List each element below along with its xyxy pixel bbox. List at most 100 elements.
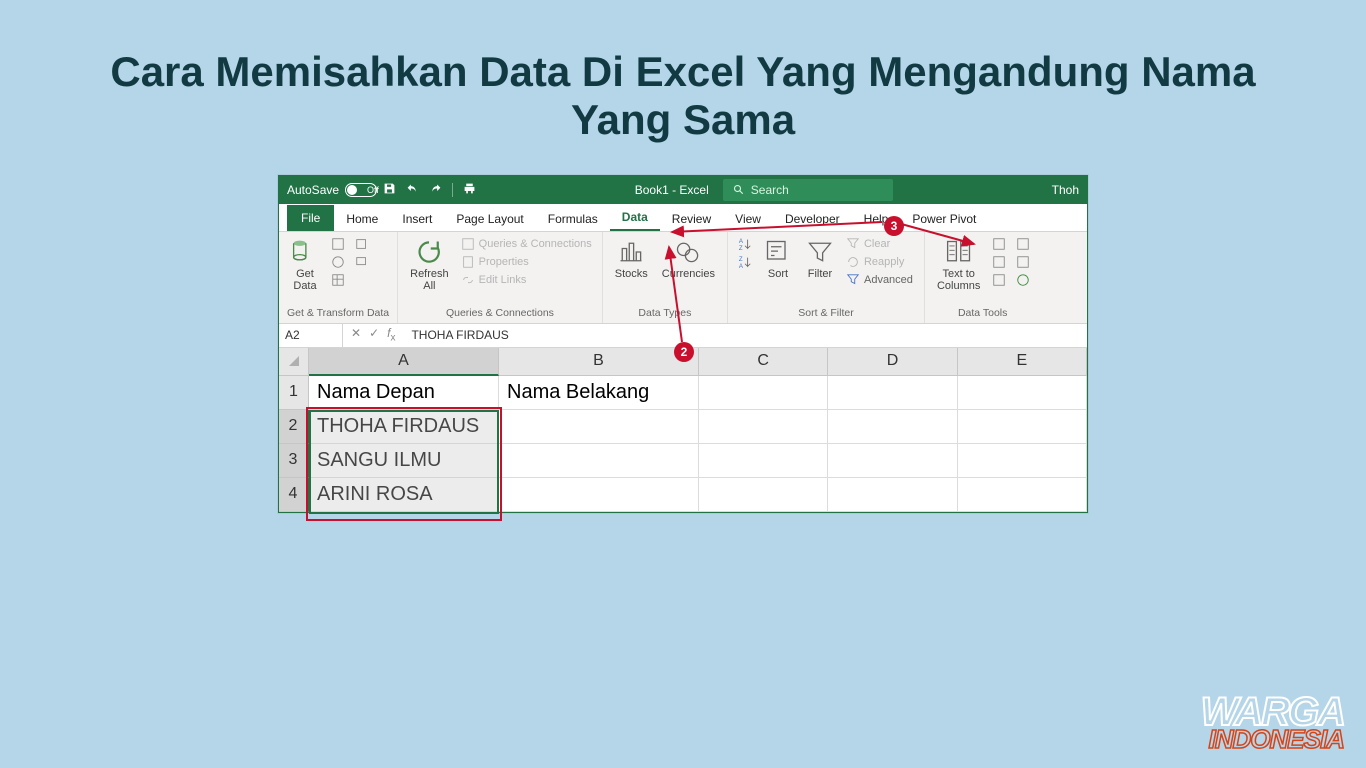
toggle-state: Off xyxy=(367,185,379,195)
titlebar: AutoSave Off Book1 - Excel Search Thoh xyxy=(279,176,1087,204)
tab-insert[interactable]: Insert xyxy=(390,206,444,231)
cell-b4[interactable] xyxy=(499,478,699,512)
sort-za-icon[interactable]: ZA xyxy=(736,254,754,270)
from-web-icon[interactable] xyxy=(329,254,347,270)
cell-a1[interactable]: Nama Depan xyxy=(309,376,499,410)
cell-a2[interactable]: THOHA FIRDAUS xyxy=(309,410,499,444)
quick-access-toolbar xyxy=(383,182,476,198)
cell-c1[interactable] xyxy=(699,376,828,410)
cell-c4[interactable] xyxy=(699,478,828,512)
cell-c3[interactable] xyxy=(699,444,828,478)
cell-b2[interactable] xyxy=(499,410,699,444)
tab-page-layout[interactable]: Page Layout xyxy=(444,206,535,231)
separator xyxy=(452,183,453,197)
cell-b3[interactable] xyxy=(499,444,699,478)
search-box[interactable]: Search xyxy=(723,179,893,201)
properties[interactable]: Properties xyxy=(459,254,594,270)
row-2-header[interactable]: 2 xyxy=(279,410,309,444)
watermark-line2: INDONESIA xyxy=(1201,729,1344,750)
cell-a3[interactable]: SANGU ILMU xyxy=(309,444,499,478)
row-4: 4 ARINI ROSA xyxy=(279,478,1087,512)
group-label-datatools: Data Tools xyxy=(933,305,1032,321)
datamodel-icon[interactable] xyxy=(1014,272,1032,288)
group-label-queries: Queries & Connections xyxy=(406,305,594,321)
col-a-header[interactable]: A xyxy=(309,348,499,376)
cell-d3[interactable] xyxy=(828,444,957,478)
select-all-corner[interactable] xyxy=(279,348,309,376)
name-box[interactable]: A2 xyxy=(279,324,343,347)
from-table-icon[interactable] xyxy=(329,272,347,288)
autosave-label: AutoSave xyxy=(287,183,339,197)
col-e-header[interactable]: E xyxy=(958,348,1087,376)
save-icon[interactable] xyxy=(383,182,396,198)
cell-e3[interactable] xyxy=(958,444,1087,478)
callout-3-arrow xyxy=(654,214,984,254)
redo-icon[interactable] xyxy=(429,182,442,198)
existing-icon[interactable] xyxy=(353,254,371,270)
cell-a4[interactable]: ARINI ROSA xyxy=(309,478,499,512)
remove-dup-icon[interactable] xyxy=(990,254,1008,270)
flash-fill-icon[interactable] xyxy=(990,236,1008,252)
col-c-header[interactable]: C xyxy=(699,348,828,376)
refresh-icon xyxy=(415,238,443,266)
sort-label: Sort xyxy=(768,268,788,280)
tab-data[interactable]: Data xyxy=(610,204,660,231)
autosave-toggle[interactable]: AutoSave Off xyxy=(287,183,371,197)
relations-icon[interactable] xyxy=(1014,254,1032,270)
user-name: Thoh xyxy=(1052,183,1079,197)
cell-c2[interactable] xyxy=(699,410,828,444)
t2c-label: Text to Columns xyxy=(937,268,980,292)
stocks-button[interactable]: Stocks xyxy=(611,236,652,282)
formula-input[interactable]: THOHA FIRDAUS xyxy=(403,328,516,342)
cell-e4[interactable] xyxy=(958,478,1087,512)
recent-icon[interactable] xyxy=(353,236,371,252)
queries-connections[interactable]: Queries & Connections xyxy=(459,236,594,252)
corner-triangle-icon xyxy=(289,356,299,366)
advanced-filter[interactable]: Advanced xyxy=(844,272,916,288)
reapply-filter[interactable]: Reapply xyxy=(844,254,916,270)
cell-d1[interactable] xyxy=(828,376,957,410)
callout-2-badge: 2 xyxy=(674,342,694,362)
group-get-transform: Get Data Get & Transform Data xyxy=(279,232,398,323)
data-valid-icon[interactable] xyxy=(990,272,1008,288)
edit-links[interactable]: Edit Links xyxy=(459,272,594,288)
toggle-knob xyxy=(347,185,357,195)
tab-file[interactable]: File xyxy=(287,205,334,231)
filter-label: Filter xyxy=(808,268,832,280)
get-data-label: Get Data xyxy=(293,268,316,292)
cell-d4[interactable] xyxy=(828,478,957,512)
col-d-header[interactable]: D xyxy=(828,348,957,376)
group-label-get: Get & Transform Data xyxy=(287,305,389,321)
row-3-header[interactable]: 3 xyxy=(279,444,309,478)
enter-icon[interactable]: ✓ xyxy=(369,326,379,343)
search-icon xyxy=(733,184,745,196)
excel-window: AutoSave Off Book1 - Excel Search Thoh F… xyxy=(278,175,1088,513)
undo-icon[interactable] xyxy=(406,182,419,198)
cell-d2[interactable] xyxy=(828,410,957,444)
row-1-header[interactable]: 1 xyxy=(279,376,309,410)
cell-e1[interactable] xyxy=(958,376,1087,410)
from-text-icon[interactable] xyxy=(329,236,347,252)
cell-b1[interactable]: Nama Belakang xyxy=(499,376,699,410)
consolidate-icon[interactable] xyxy=(1014,236,1032,252)
print-icon[interactable] xyxy=(463,182,476,198)
svg-text:A: A xyxy=(739,263,744,269)
callout-2-arrow xyxy=(664,242,694,352)
stocks-label: Stocks xyxy=(615,268,648,280)
cell-e2[interactable] xyxy=(958,410,1087,444)
row-2: 2 THOHA FIRDAUS xyxy=(279,410,1087,444)
fx-icon[interactable]: fx xyxy=(387,326,395,343)
refresh-all-button[interactable]: Refresh All xyxy=(406,236,453,294)
cancel-icon[interactable]: ✕ xyxy=(351,326,361,343)
refresh-label: Refresh All xyxy=(410,268,449,292)
callout-3-badge: 3 xyxy=(884,216,904,236)
row-3: 3 SANGU ILMU xyxy=(279,444,1087,478)
group-queries: Refresh All Queries & Connections Proper… xyxy=(398,232,603,323)
watermark: WARGA INDONESIA xyxy=(1201,696,1344,750)
group-label-sort: Sort & Filter xyxy=(736,305,916,321)
get-data-button[interactable]: Get Data xyxy=(287,236,323,294)
col-b-header[interactable]: B xyxy=(499,348,699,376)
tab-home[interactable]: Home xyxy=(334,206,390,231)
tab-formulas[interactable]: Formulas xyxy=(536,206,610,231)
row-4-header[interactable]: 4 xyxy=(279,478,309,512)
